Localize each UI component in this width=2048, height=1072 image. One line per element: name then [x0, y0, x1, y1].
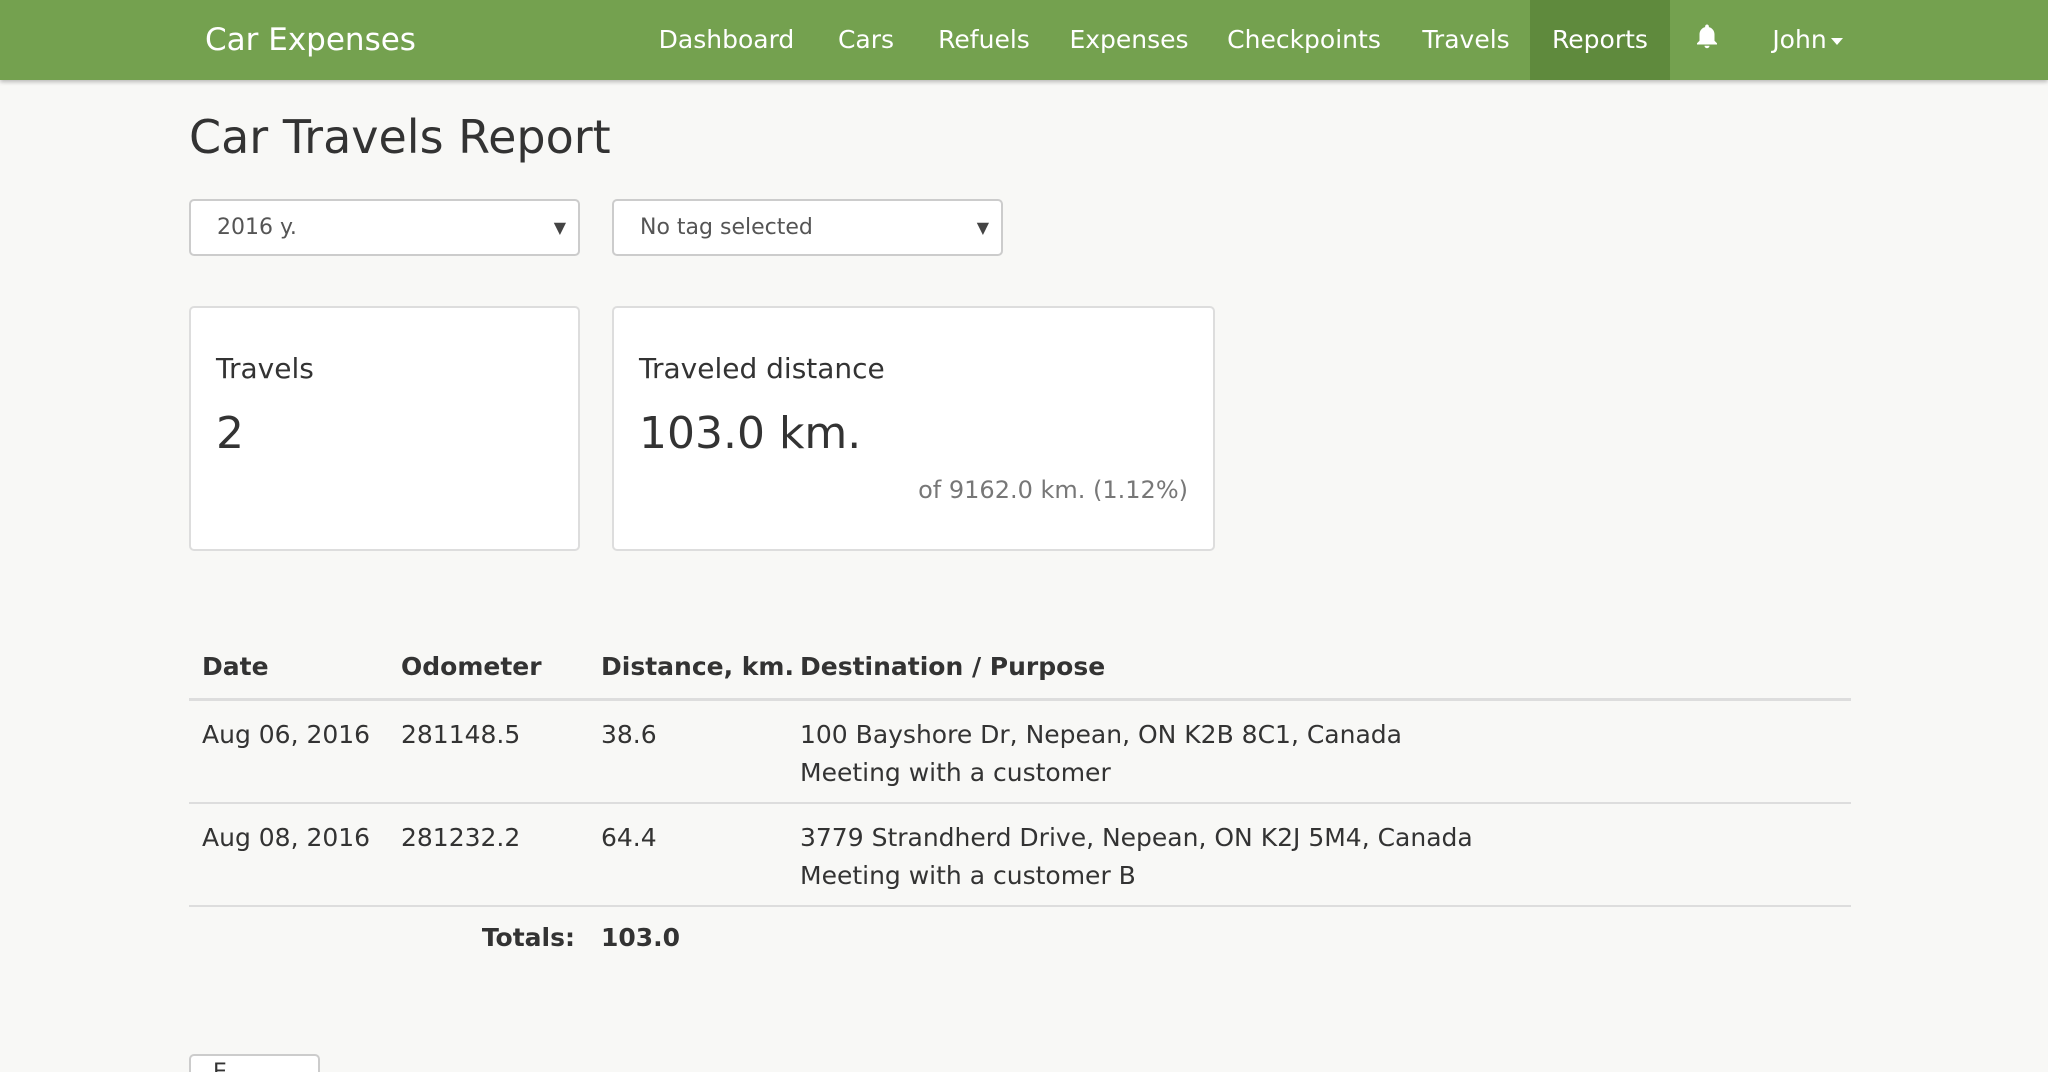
- totals-label: Totals:: [481, 923, 575, 952]
- nav-expenses[interactable]: Expenses: [1060, 0, 1198, 80]
- totals-value: 103.0: [601, 923, 681, 952]
- column-header-date: Date: [202, 652, 269, 681]
- cell-date: Aug 08, 2016: [202, 823, 371, 852]
- year-select[interactable]: 2016 y. ▼: [189, 199, 580, 256]
- bell-icon[interactable]: [1692, 22, 1722, 52]
- cell-distance: 64.4: [601, 823, 657, 852]
- distance-card-title: Traveled distance: [639, 352, 885, 385]
- row-divider: [189, 905, 1851, 907]
- tag-select-value: No tag selected: [640, 215, 813, 240]
- user-menu[interactable]: John: [1760, 0, 1855, 80]
- year-select-value: 2016 y.: [217, 215, 297, 240]
- nav-cars[interactable]: Cars: [821, 0, 911, 80]
- user-name: John: [1772, 25, 1827, 54]
- navbar: Car Expenses Dashboard Cars Refuels Expe…: [0, 0, 2048, 80]
- travels-card-title: Travels: [216, 352, 314, 385]
- column-header-destination: Destination / Purpose: [800, 652, 1106, 681]
- cell-date: Aug 06, 2016: [202, 720, 371, 749]
- export-button[interactable]: E...: [189, 1054, 320, 1072]
- cell-odometer: 281148.5: [401, 720, 521, 749]
- cell-odometer: 281232.2: [401, 823, 521, 852]
- cell-destination: 100 Bayshore Dr, Nepean, ON K2B 8C1, Can…: [800, 720, 1402, 749]
- cell-distance: 38.6: [601, 720, 657, 749]
- cell-purpose: Meeting with a customer: [800, 758, 1111, 787]
- row-divider: [189, 802, 1851, 804]
- distance-card: Traveled distance 103.0 km. of 9162.0 km…: [612, 306, 1215, 551]
- header-divider: [189, 698, 1851, 701]
- nav-reports[interactable]: Reports: [1530, 0, 1670, 80]
- caret-down-icon: [1830, 37, 1843, 45]
- travels-count: 2: [216, 408, 244, 459]
- tag-select[interactable]: No tag selected ▼: [612, 199, 1003, 256]
- nav-refuels[interactable]: Refuels: [930, 0, 1038, 80]
- nav-checkpoints[interactable]: Checkpoints: [1220, 0, 1388, 80]
- dropdown-arrow-icon: ▼: [976, 218, 989, 237]
- column-header-distance: Distance, km.: [601, 652, 794, 681]
- page-title: Car Travels Report: [189, 110, 611, 164]
- brand-link[interactable]: Car Expenses: [205, 0, 416, 80]
- nav-travels[interactable]: Travels: [1412, 0, 1520, 80]
- column-header-odometer: Odometer: [401, 652, 542, 681]
- nav-dashboard[interactable]: Dashboard: [648, 0, 805, 80]
- cell-destination: 3779 Strandherd Drive, Nepean, ON K2J 5M…: [800, 823, 1473, 852]
- distance-value: 103.0 km.: [639, 408, 862, 459]
- dropdown-arrow-icon: ▼: [553, 218, 566, 237]
- distance-share: of 9162.0 km. (1.12%): [918, 476, 1188, 504]
- cell-purpose: Meeting with a customer B: [800, 861, 1136, 890]
- travels-card: Travels 2: [189, 306, 580, 551]
